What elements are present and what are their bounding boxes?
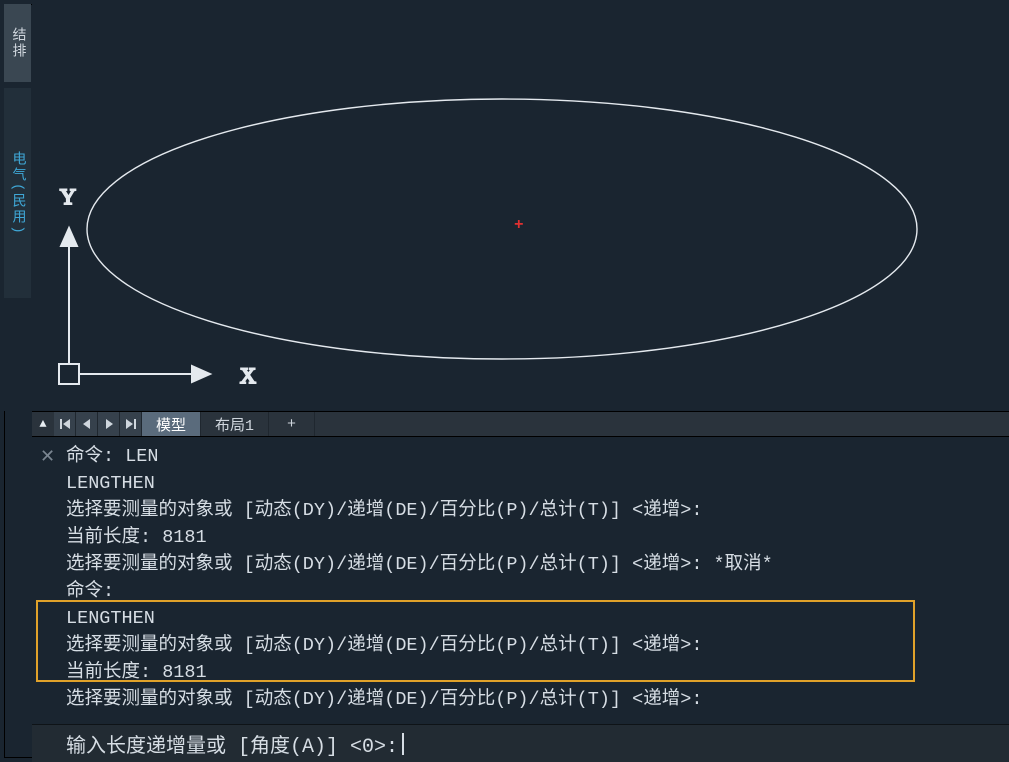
x-axis-label: X	[240, 363, 256, 388]
nav-first-button[interactable]	[54, 412, 76, 436]
crosshair-icon: +	[514, 217, 524, 233]
command-input[interactable]: 输入长度递增量或 [角度(A)] <0>:	[32, 724, 1009, 762]
sidepanel-tab-electric-label: 电气(民用)	[8, 151, 28, 236]
canvas-svg: X Y	[32, 4, 1009, 411]
tab-model[interactable]: 模型	[142, 412, 201, 436]
sidepanel-tab-electric[interactable]: 电气(民用)	[4, 88, 31, 298]
nav-next-button[interactable]	[98, 412, 120, 436]
ellipse-shape	[87, 99, 917, 359]
layout-tabbar: ▲ 模型 布局1 +	[32, 411, 1009, 437]
history-line: 当前长度: 8181	[66, 524, 1005, 551]
y-axis-label: Y	[60, 184, 76, 209]
history-line: 选择要测量的对象或 [动态(DY)/递增(DE)/百分比(P)/总计(T)] <…	[66, 686, 1005, 713]
history-line: LENGTHEN	[66, 470, 1005, 497]
sidepanel-tab-top[interactable]: 结排	[4, 4, 31, 82]
history-line: 选择要测量的对象或 [动态(DY)/递增(DE)/百分比(P)/总计(T)] <…	[66, 497, 1005, 524]
cmd-history-toggle[interactable]: ▲	[32, 412, 54, 436]
history-line: LENGTHEN	[66, 605, 1005, 632]
history-line: 命令: LEN	[66, 443, 1005, 470]
tab-layout1[interactable]: 布局1	[201, 412, 269, 436]
nav-last-button[interactable]	[120, 412, 142, 436]
tab-layout1-label: 布局1	[215, 414, 254, 435]
nav-prev-button[interactable]	[76, 412, 98, 436]
history-line: 命令:	[66, 578, 1005, 605]
tab-model-label: 模型	[156, 414, 186, 435]
drawing-canvas[interactable]: X Y +	[32, 4, 1009, 411]
command-prompt: 输入长度递增量或 [角度(A)] <0>:	[66, 729, 398, 759]
history-line: 当前长度: 8181	[66, 659, 1005, 686]
text-caret	[402, 733, 404, 755]
history-line: 选择要测量的对象或 [动态(DY)/递增(DE)/百分比(P)/总计(T)] <…	[66, 551, 1005, 578]
tab-add-label: +	[287, 416, 296, 433]
tab-add[interactable]: +	[269, 412, 315, 436]
command-history: ✕ 命令: LEN LENGTHEN 选择要测量的对象或 [动态(DY)/递增(…	[32, 437, 1009, 724]
history-line: 选择要测量的对象或 [动态(DY)/递增(DE)/百分比(P)/总计(T)] <…	[66, 632, 1005, 659]
close-icon[interactable]: ✕	[40, 445, 55, 472]
sidepanel-tab-top-label: 结排	[8, 27, 28, 59]
